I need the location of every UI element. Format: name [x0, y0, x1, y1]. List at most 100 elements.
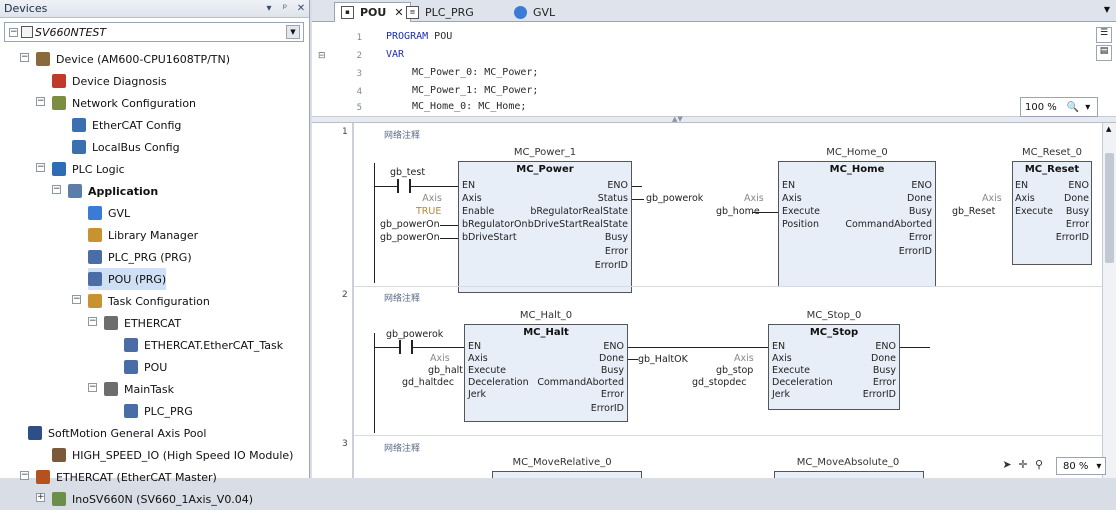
- tree-item[interactable]: PLC_PRG (PRG): [88, 246, 192, 268]
- mc-moveabsolute-block[interactable]: [774, 471, 924, 478]
- list-view-icon[interactable]: ☰: [1096, 27, 1112, 43]
- fold-icon[interactable]: ⊟: [318, 51, 326, 61]
- collapse-icon[interactable]: −: [72, 295, 81, 304]
- fb-output: Error: [908, 232, 932, 243]
- tree-item-label: Task Configuration: [108, 294, 210, 308]
- project-combo[interactable]: − SV660NTEST ▼: [4, 22, 304, 42]
- tree-item[interactable]: Device (AM600-CPU1608TP/TN): [36, 48, 230, 70]
- decl-zoom[interactable]: 100 % 🔍 ▾: [1020, 97, 1098, 117]
- fb-output: ErrorID: [862, 389, 896, 400]
- collapse-icon[interactable]: −: [9, 28, 18, 37]
- input-var: gb_powerOn: [380, 232, 440, 243]
- pin-icon[interactable]: ᵖ: [277, 3, 293, 14]
- tree-item[interactable]: Task Configuration: [88, 290, 210, 312]
- fb-input: EN: [468, 341, 482, 352]
- collapse-icon[interactable]: −: [52, 185, 61, 194]
- tree-item[interactable]: MainTask: [104, 378, 174, 400]
- tree-item[interactable]: ETHERCAT.EtherCAT_Task: [124, 334, 283, 356]
- tree-item-label: Network Configuration: [72, 96, 197, 110]
- tree-item-label: PLC_PRG (PRG): [108, 250, 192, 264]
- collapse-icon[interactable]: −: [36, 97, 45, 106]
- device-icon: [36, 52, 50, 66]
- input-var: gd_haltdec: [402, 377, 455, 388]
- tree-item-label: Device Diagnosis: [72, 74, 167, 88]
- fbd-editor[interactable]: 1 网络注释 gb_test MC_Power_1 MC_Power EN Ax…: [312, 123, 1102, 478]
- collapse-icon[interactable]: −: [36, 163, 45, 172]
- collapse-icon[interactable]: −: [88, 317, 97, 326]
- fb-input: EN: [782, 180, 796, 191]
- input-var: gd_stopdec: [692, 377, 747, 388]
- zoom-menu-icon[interactable]: ▾: [1096, 461, 1101, 472]
- tree-item[interactable]: SoftMotion General Axis Pool: [28, 422, 206, 444]
- tree-item[interactable]: Network Configuration: [52, 92, 196, 114]
- axis-pool-icon: [28, 426, 42, 440]
- close-icon[interactable]: ✕: [293, 3, 309, 14]
- zoom-icon[interactable]: ⚲: [1032, 458, 1046, 472]
- tree-item[interactable]: Library Manager: [88, 224, 198, 246]
- tree-item[interactable]: GVL: [88, 202, 130, 224]
- fb-output: Busy: [872, 365, 896, 376]
- fb-instance: MC_Home_0: [826, 147, 888, 158]
- tree-item-label: Device (AM600-CPU1608TP/TN): [56, 52, 231, 66]
- tree-item[interactable]: POU (PRG): [88, 268, 167, 290]
- wire: [628, 359, 638, 360]
- collapse-icon[interactable]: −: [20, 471, 29, 480]
- mc-moverelative-block[interactable]: [492, 471, 642, 478]
- tree-item[interactable]: ETHERCAT: [104, 312, 181, 334]
- wire: [900, 347, 930, 348]
- contact-icon[interactable]: [397, 179, 411, 193]
- vertical-scrollbar[interactable]: ▲: [1102, 123, 1116, 478]
- tree-item[interactable]: EtherCAT Config: [72, 114, 181, 136]
- tree-item[interactable]: ETHERCAT (EtherCAT Master): [36, 466, 217, 488]
- wire: [632, 199, 644, 200]
- splitter-arrows-icon[interactable]: ▲▼: [672, 115, 683, 123]
- contact-icon[interactable]: [399, 340, 413, 354]
- fb-type: MC_Home: [829, 164, 885, 175]
- tree-item-label: Library Manager: [108, 228, 199, 242]
- fb-output: ENO: [603, 341, 624, 352]
- diagnosis-icon: [52, 74, 66, 88]
- tree-item[interactable]: Device Diagnosis: [52, 70, 167, 92]
- fbd-zoom[interactable]: 80 % ▾: [1056, 457, 1106, 475]
- tab-gvl[interactable]: GVL: [508, 2, 561, 22]
- chevron-down-icon[interactable]: ▼: [286, 25, 300, 39]
- tree-item-label: EtherCAT Config: [92, 118, 182, 132]
- fb-output: ENO: [875, 341, 896, 352]
- collapse-icon[interactable]: −: [20, 53, 29, 62]
- pan-icon[interactable]: ✛: [1016, 458, 1030, 472]
- tree-item[interactable]: Application: [68, 180, 158, 202]
- input-var: gb_powerOn: [380, 219, 440, 230]
- pointer-icon[interactable]: ➤: [1000, 458, 1014, 472]
- tree-item[interactable]: InoSV660N (SV660_1Axis_V0.04): [52, 488, 253, 510]
- tree-item[interactable]: PLC Logic: [52, 158, 125, 180]
- panel-menu-icon[interactable]: ▾: [261, 3, 277, 14]
- table-view-icon[interactable]: ▤: [1096, 45, 1112, 61]
- scroll-thumb[interactable]: [1105, 153, 1114, 263]
- wire: [411, 186, 459, 187]
- scroll-up-icon[interactable]: ▲: [1106, 125, 1111, 133]
- code-line-5: MC_Home_0: MC_Home;: [412, 101, 527, 112]
- fb-output: Done: [871, 353, 896, 364]
- collapse-icon[interactable]: −: [88, 383, 97, 392]
- fb-input: Execute: [782, 206, 820, 217]
- tab-plc-prg[interactable]: ≡ PLC_PRG: [400, 2, 480, 22]
- localbus-icon: [72, 140, 86, 154]
- zoom-icon[interactable]: 🔍: [1067, 102, 1079, 113]
- declaration-editor[interactable]: 1 2 3 4 5 ⊟ PROGRAM POU VAR MC_Power_0: …: [312, 23, 1116, 117]
- tree-item[interactable]: LocalBus Config: [72, 136, 180, 158]
- tree-item[interactable]: POU: [124, 356, 167, 378]
- fb-output: ENO: [911, 180, 932, 191]
- line-number: 5: [356, 103, 362, 113]
- output-var: gb_powerok: [646, 193, 704, 204]
- library-icon: [88, 228, 102, 242]
- zoom-value: 100 %: [1025, 101, 1057, 113]
- input-var: Axis: [422, 193, 442, 204]
- tree-item[interactable]: HIGH_SPEED_IO (High Speed IO Module): [52, 444, 293, 466]
- zoom-menu-icon[interactable]: ▾: [1085, 102, 1090, 113]
- fb-input: Execute: [772, 365, 810, 376]
- editor-tabs: ▪ POU ✕ ≡ PLC_PRG GVL ▼: [312, 0, 1116, 22]
- tree-item[interactable]: PLC_PRG: [124, 400, 193, 422]
- tab-list-icon[interactable]: ▼: [1104, 5, 1110, 14]
- wire: [413, 347, 465, 348]
- expand-icon[interactable]: +: [36, 493, 45, 502]
